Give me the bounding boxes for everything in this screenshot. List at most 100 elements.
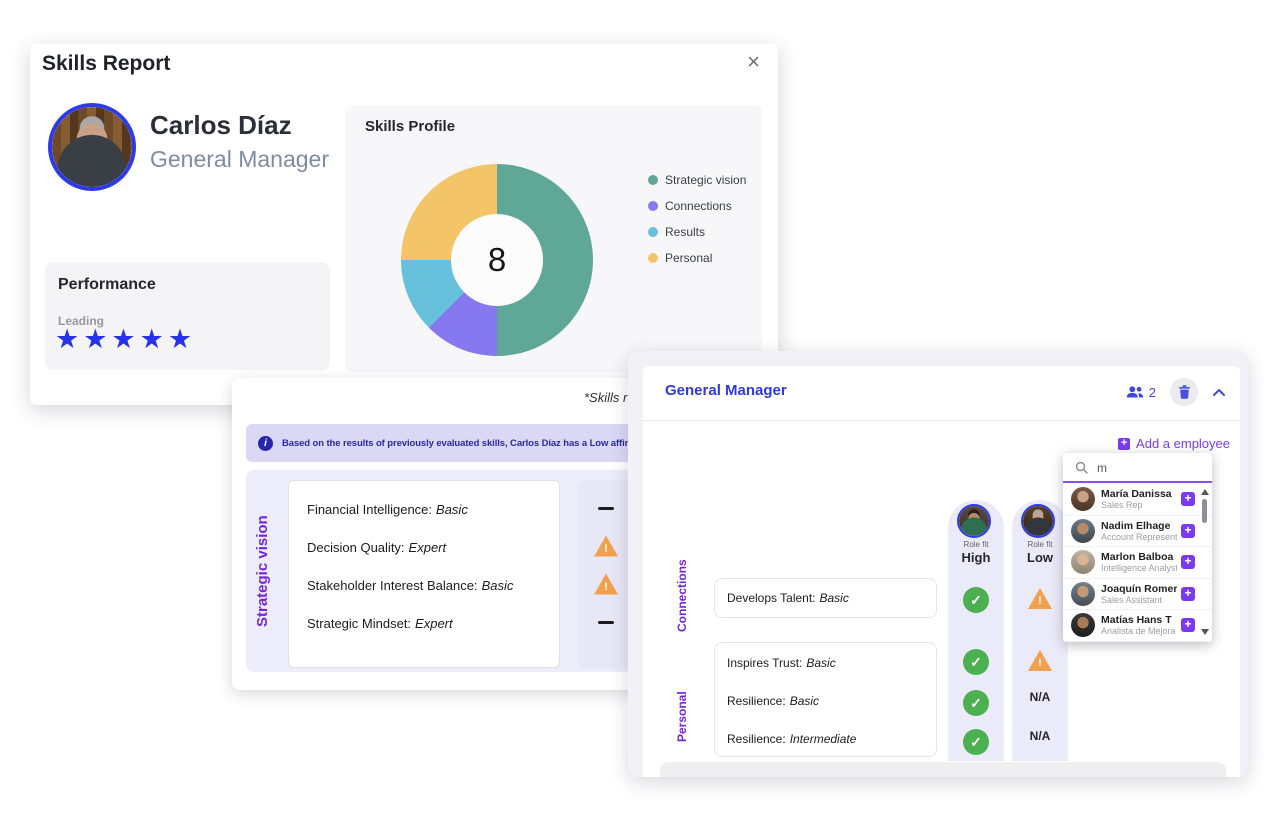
member-count: 2 (1149, 385, 1156, 400)
avatar-photo (52, 107, 132, 187)
section-label: Strategic vision (254, 470, 271, 672)
person-name: Carlos Díaz (150, 110, 292, 141)
skill-item: Stakeholder Interest Balance:Basic (307, 566, 559, 604)
trash-icon (1178, 385, 1191, 399)
skill-item: Develops Talent:Basic (727, 591, 849, 605)
result-cell: N/A (1012, 729, 1068, 743)
result-cell: ✓ (948, 729, 1004, 755)
modal-title: Skills Report (42, 52, 170, 76)
scroll-down-icon[interactable] (1201, 629, 1209, 635)
search-icon (1075, 461, 1088, 474)
team-header-actions: 2 (1125, 378, 1226, 406)
legend-dot (648, 175, 658, 185)
legend-dot (648, 201, 658, 211)
dash-icon (598, 621, 614, 624)
result-cell: ✓ (948, 587, 1004, 613)
group-label-connections: Connections (675, 566, 689, 632)
status-cell: ! (578, 565, 634, 603)
result-cell: ✓ (948, 690, 1004, 716)
employee-list-item[interactable]: Matías Hans T Analista de Mejora ... + (1063, 610, 1212, 642)
avatar-photo (1023, 506, 1053, 536)
legend-item: Connections (648, 193, 746, 219)
people-icon (1125, 384, 1145, 400)
add-person-icon[interactable]: + (1181, 524, 1195, 538)
legend-dot (648, 227, 658, 237)
chevron-up-icon (1212, 388, 1226, 397)
next-section-bar[interactable] (660, 762, 1226, 777)
skills-profile-title: Skills Profile (365, 118, 455, 135)
employee-list-item[interactable]: Joaquín Romero Sales Assistant + (1063, 579, 1212, 611)
warning-icon: ! (594, 574, 618, 595)
team-card: General Manager 2 (643, 366, 1240, 777)
role-fit-value: Low (1012, 550, 1068, 565)
employee-list: María Danissa Sales Rep + Nadim Elhage A… (1063, 484, 1212, 642)
status-column: ! ! (578, 480, 634, 668)
legend-item: Results (648, 219, 746, 245)
dash-icon (598, 507, 614, 510)
delete-button[interactable] (1170, 378, 1198, 406)
scrollbar-thumb[interactable] (1202, 499, 1207, 523)
skill-item: Financial Intelligence:Basic (307, 490, 559, 528)
employee-column-low: Role fit Low ! ! N/A N/A (1012, 500, 1068, 761)
avatar (1071, 582, 1095, 606)
affinity-info-text: Based on the results of previously evalu… (282, 438, 641, 449)
avatar-photo (959, 506, 989, 536)
skills-donut-chart: 8 (401, 164, 593, 356)
add-employee-button[interactable]: + Add a employee (1118, 436, 1230, 451)
employee-list-item[interactable]: Marlon Balboa Intelligence Analyst + (1063, 547, 1212, 579)
plus-icon: + (1118, 438, 1130, 450)
skill-item: Decision Quality:Expert (307, 528, 559, 566)
close-icon[interactable]: × (747, 52, 760, 72)
chart-legend: Strategic vision Connections Results Per… (648, 167, 746, 271)
legend-dot (648, 253, 658, 263)
status-cell (578, 603, 634, 641)
na-value: N/A (1030, 690, 1051, 704)
result-cell: N/A (1012, 690, 1068, 704)
avatar (1071, 550, 1095, 574)
performance-title: Performance (58, 276, 156, 294)
employee-list-item[interactable]: María Danissa Sales Rep + (1063, 484, 1212, 516)
skill-item: Resilience:Intermediate (727, 720, 936, 758)
scroll-up-icon[interactable] (1201, 489, 1209, 495)
employee-column-high: Role fit High ✓ ✓ ✓ ✓ (948, 500, 1004, 761)
collapse-button[interactable] (1212, 388, 1226, 397)
affinity-info-banner: i Based on the results of previously eva… (246, 424, 648, 462)
employee-avatar (1021, 504, 1055, 538)
legend-item: Personal (648, 245, 746, 271)
performance-card: Performance Leading ★★★★★ (45, 262, 330, 370)
skills-note: *Skills r (584, 390, 627, 405)
warning-icon: ! (1028, 588, 1052, 609)
add-person-icon[interactable]: + (1181, 492, 1195, 506)
avatar (48, 103, 136, 191)
legend-item: Strategic vision (648, 167, 746, 193)
add-person-icon[interactable]: + (1181, 555, 1195, 569)
check-icon: ✓ (963, 690, 989, 716)
divider (643, 420, 1240, 421)
add-person-icon[interactable]: + (1181, 618, 1195, 632)
skills-list-box: Financial Intelligence:Basic Decision Qu… (288, 480, 560, 668)
skill-item: Strategic Mindset:Expert (307, 604, 559, 642)
person-role: General Manager (150, 146, 329, 173)
search-underline (1063, 481, 1212, 483)
employee-search-dropdown: María Danissa Sales Rep + Nadim Elhage A… (1063, 453, 1212, 642)
role-fit-label: Role fit (948, 540, 1004, 549)
team-title: General Manager (665, 382, 787, 399)
warning-icon: ! (594, 536, 618, 557)
strategic-vision-section: Strategic vision Financial Intelligence:… (246, 470, 648, 672)
connections-skills-box: Develops Talent:Basic (714, 578, 937, 618)
result-cell: ! (1012, 650, 1068, 671)
search-input[interactable] (1097, 461, 1187, 475)
add-person-icon[interactable]: + (1181, 587, 1195, 601)
skill-item: Resilience:Basic (727, 682, 936, 720)
employee-list-item[interactable]: Nadim Elhage Account Representa... + (1063, 516, 1212, 548)
check-icon: ✓ (963, 649, 989, 675)
star-rating: ★★★★★ (55, 324, 196, 355)
result-cell: ✓ (948, 649, 1004, 675)
personal-skills-box: Inspires Trust:Basic Resilience:Basic Re… (714, 642, 937, 757)
status-cell (578, 489, 634, 527)
avatar (1071, 613, 1095, 637)
team-panel: General Manager 2 (628, 351, 1248, 777)
group-label-personal: Personal (675, 684, 689, 750)
status-cell: ! (578, 527, 634, 565)
search-row (1063, 453, 1212, 482)
